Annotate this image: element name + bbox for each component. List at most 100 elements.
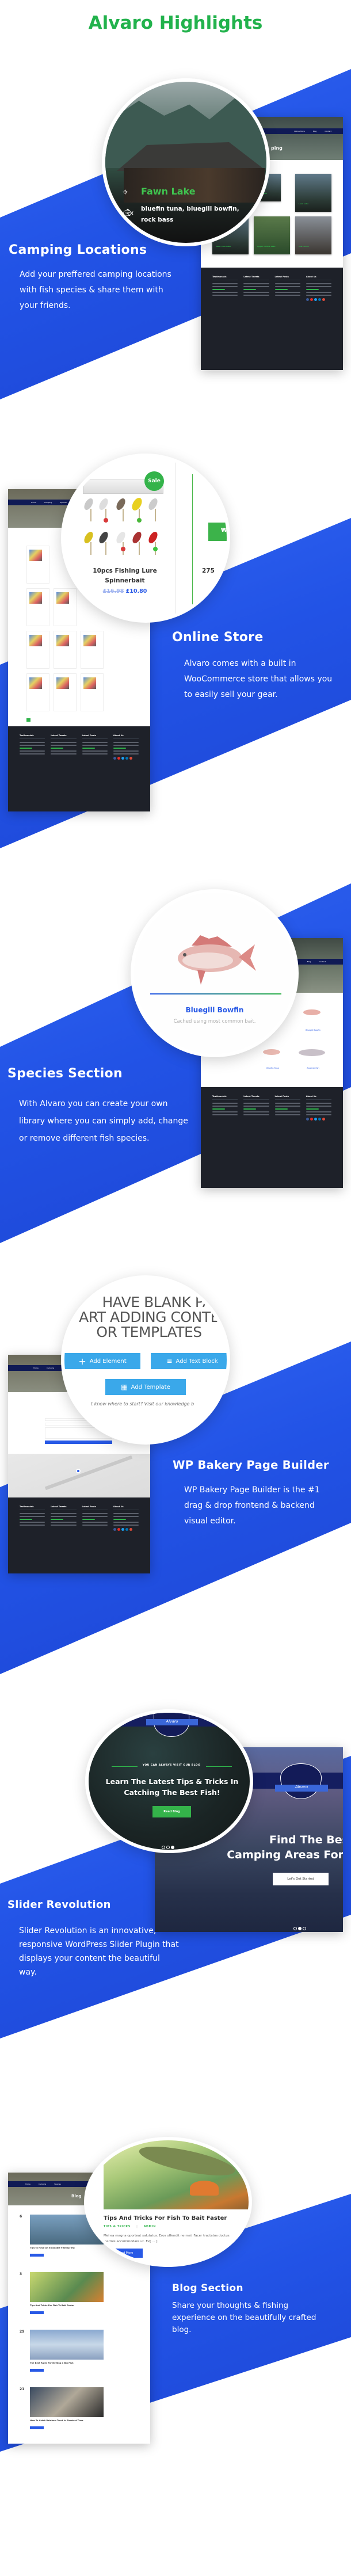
social-icon[interactable] [125, 1528, 128, 1531]
footer-text-line [243, 1103, 269, 1104]
footer-text-line [20, 750, 45, 752]
post-author[interactable]: ADMIN [144, 2226, 156, 2228]
footer-text-line [20, 1513, 45, 1514]
nav-item: Online Store [294, 130, 305, 132]
add-to-cart-button[interactable]: ₩ [208, 523, 228, 541]
mock-text: 6 [20, 2215, 22, 2219]
mock-fish [299, 1049, 325, 1056]
product-card[interactable] [26, 588, 49, 626]
social-icon[interactable] [117, 1528, 120, 1531]
footer-text-line [20, 753, 45, 754]
mock-fish [303, 1009, 321, 1015]
add-element-button[interactable]: + Add Element [64, 1353, 140, 1369]
social-icon[interactable] [322, 298, 325, 301]
footer-column: Testimonials [20, 1506, 45, 1531]
product-card[interactable] [81, 631, 104, 669]
product-card[interactable] [26, 673, 49, 711]
post-title[interactable]: Tips And Tricks For Fish To Bait Faster [104, 2215, 249, 2221]
footer-heading: Testimonials [20, 734, 45, 739]
product-card[interactable] [54, 588, 77, 626]
mock-fish [263, 1049, 280, 1055]
footer-column: Latest Posts [82, 734, 108, 760]
page-title: Alvaro Highlights [88, 13, 263, 33]
cart-icon: ₩ [221, 527, 228, 534]
slide-kicker: YOU CAN ALWAYS VISIT OUR BLOG [142, 1764, 201, 1767]
footer-text-line [306, 1111, 331, 1112]
lets-get-started-button[interactable]: Let's Get Started [273, 1873, 329, 1885]
read-blog-button[interactable]: Read Blog [152, 1806, 191, 1817]
lures-image [84, 498, 158, 555]
footer-text-line [51, 748, 64, 749]
social-icon[interactable] [310, 1118, 313, 1121]
footer-text-line [243, 292, 269, 293]
add-text-block-button[interactable]: ≡ Add Text Block [151, 1353, 227, 1369]
social-icon[interactable] [129, 757, 132, 760]
blog-zoom-circle: Tips And Tricks For Fish To Bait Faster … [84, 2137, 252, 2267]
map-pin-icon [76, 1469, 81, 1473]
mock-post[interactable]: 3 Tips And Tricks For Fish To Bait Faster [20, 2272, 104, 2314]
footer-text-line [212, 1111, 238, 1112]
mock-post[interactable]: 29 The Best Rules For Netting a Big Fish [20, 2330, 104, 2372]
footer-text-line [51, 753, 77, 754]
social-icon[interactable] [322, 1118, 325, 1121]
footer-heading: Latest Posts [274, 276, 300, 280]
text-block-icon: ≡ [166, 1357, 173, 1365]
product-card[interactable] [54, 631, 77, 669]
species-heading: Species Section [7, 1066, 123, 1081]
slider-dots[interactable] [161, 1840, 175, 1850]
map[interactable] [8, 1454, 150, 1497]
social-icon[interactable] [306, 298, 309, 301]
footer-text-line [243, 1114, 269, 1115]
builder-text: WP Bakery Page Builder is the #1 drag & … [184, 1485, 320, 1526]
product-name[interactable]: 10pcs Fishing Lure Spinnerbait [87, 566, 162, 586]
product-card[interactable] [26, 546, 49, 584]
price-row: £16.98 £10.80 [87, 588, 162, 595]
social-icon[interactable] [314, 1118, 317, 1121]
social-icon[interactable] [318, 1118, 321, 1121]
slider-dots[interactable] [293, 1922, 307, 1932]
social-icon[interactable] [318, 298, 321, 301]
social-icon[interactable] [310, 298, 313, 301]
social-icon[interactable] [121, 757, 124, 760]
footer-text-line [113, 753, 139, 754]
footer-text-line [212, 292, 238, 293]
footer-heading: Latest Posts [82, 1506, 108, 1510]
social-icon[interactable] [121, 1528, 124, 1531]
footer-text-line [113, 1516, 139, 1517]
social-icon[interactable] [129, 1528, 132, 1531]
pagination-current[interactable] [26, 718, 30, 722]
mock-footer: Testimonials Latest Tweets Latest Posts Abo… [201, 1087, 343, 1188]
social-icon[interactable] [314, 298, 317, 301]
footer-text-line [113, 750, 139, 752]
footer-text-line [20, 1525, 45, 1526]
footer-text-line [20, 745, 45, 746]
map-pin-icon: ⌖ [123, 186, 128, 197]
add-template-button[interactable]: ▦ Add Template [105, 1379, 186, 1395]
species-name[interactable]: Bluegill Bowfin [134, 1006, 295, 1014]
camping-text: Add your preffered camping locations wit… [20, 270, 171, 310]
product-card[interactable] [81, 673, 104, 711]
footer-text-line [82, 1522, 108, 1523]
social-icon[interactable] [113, 1528, 116, 1531]
product-card[interactable] [26, 631, 49, 669]
send-message-button[interactable] [45, 1441, 112, 1444]
footer-heading: Testimonials [212, 276, 238, 280]
social-icon[interactable] [117, 757, 120, 760]
social-icon[interactable] [306, 1118, 309, 1121]
read-more-button[interactable]: Read More [108, 2249, 143, 2258]
social-icons [113, 1528, 139, 1531]
slide2-title: Find The BestCamping Areas For [227, 1834, 343, 1861]
social-icon[interactable] [113, 757, 116, 760]
product-card[interactable] [54, 673, 77, 711]
post-meta: TIPS & TRICKS | ADMIN [104, 2226, 156, 2228]
post-category[interactable]: TIPS & TRICKS [104, 2226, 131, 2228]
footer-text-line [274, 286, 300, 287]
knowledge-hint[interactable]: t know where to start? Visit our knowled… [91, 1401, 227, 1407]
footer-heading: Latest Tweets [243, 276, 269, 280]
mock-post[interactable]: 21 How To Catch Rainbow Trout In Shortest… [20, 2387, 104, 2429]
nav-item: Contact [325, 130, 331, 132]
template-icon: ▦ [121, 1383, 128, 1391]
footer-heading: Latest Posts [82, 734, 108, 739]
footer-text-line [20, 748, 33, 749]
social-icon[interactable] [125, 757, 128, 760]
